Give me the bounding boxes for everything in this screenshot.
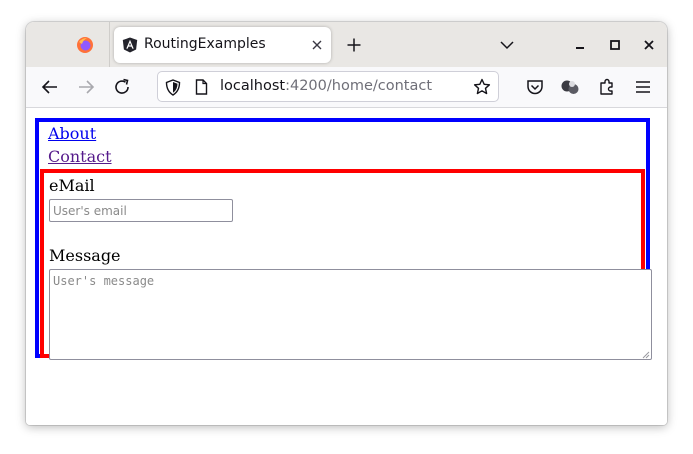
minimize-icon[interactable] <box>571 36 589 54</box>
extension-icon[interactable] <box>558 75 582 99</box>
forward-arrow-icon[interactable] <box>74 75 98 99</box>
tab-separator <box>109 22 110 67</box>
reload-icon[interactable] <box>110 75 134 99</box>
app-container-outer: About Contact eMail Message <box>35 118 652 360</box>
browser-window: RoutingExamples localhost:4200/home/cont… <box>26 22 667 425</box>
pocket-icon[interactable] <box>523 75 547 99</box>
contact-form-container: eMail Message <box>40 169 652 360</box>
back-arrow-icon[interactable] <box>38 75 62 99</box>
hamburger-icon[interactable] <box>631 75 655 99</box>
shield-icon[interactable] <box>164 78 182 96</box>
url-path: :4200/home/contact <box>285 78 433 94</box>
about-link[interactable]: About <box>48 124 96 143</box>
plus-icon[interactable] <box>344 35 364 55</box>
puzzle-icon[interactable] <box>595 75 619 99</box>
tab-title: RoutingExamples <box>144 36 266 52</box>
contact-link[interactable]: Contact <box>48 147 112 166</box>
close-icon[interactable] <box>308 36 326 54</box>
maximize-icon[interactable] <box>606 36 624 54</box>
page-icon[interactable] <box>192 78 210 96</box>
close-icon[interactable] <box>640 36 658 54</box>
navigation-toolbar: localhost:4200/home/contact <box>26 67 667 108</box>
firefox-icon[interactable] <box>70 31 100 59</box>
url-host: localhost <box>220 78 286 94</box>
url-bar[interactable]: localhost:4200/home/contact <box>157 71 499 102</box>
email-input[interactable] <box>49 199 233 222</box>
resize-grip-icon[interactable] <box>640 349 650 359</box>
url-text[interactable]: localhost:4200/home/contact <box>220 78 432 94</box>
angular-icon <box>122 37 138 53</box>
tab-routing-examples[interactable]: RoutingExamples <box>114 27 331 63</box>
message-textarea[interactable] <box>49 269 652 360</box>
chevron-down-icon[interactable] <box>497 35 517 55</box>
page-content: About Contact eMail Message <box>26 108 667 425</box>
message-label: Message <box>49 246 121 265</box>
email-label: eMail <box>49 176 95 195</box>
star-icon[interactable] <box>473 78 491 96</box>
tab-strip: RoutingExamples <box>26 22 667 67</box>
